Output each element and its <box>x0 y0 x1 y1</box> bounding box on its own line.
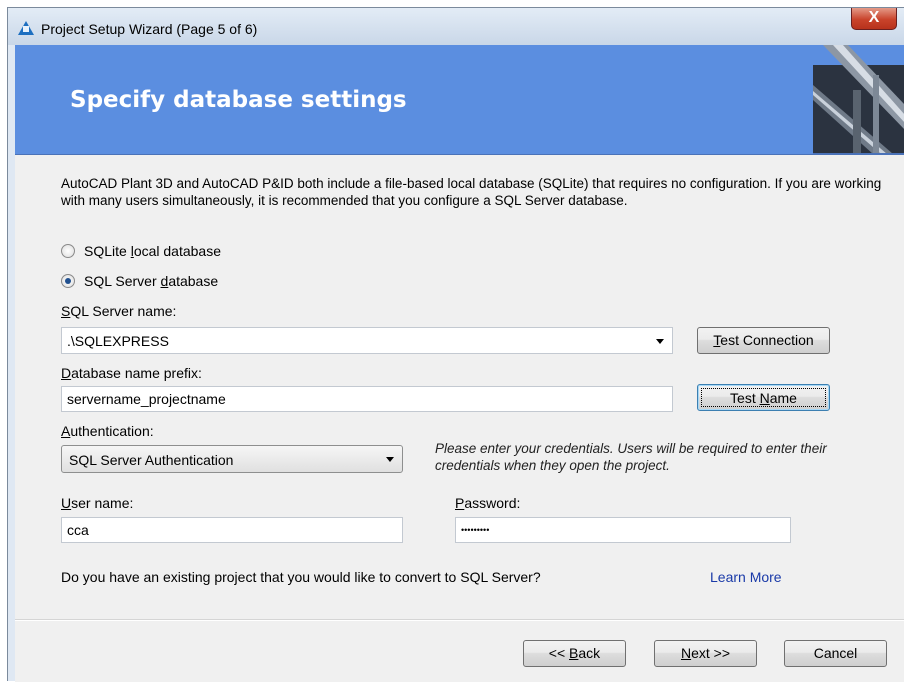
authentication-selected-value: SQL Server Authentication <box>69 452 234 468</box>
chevron-down-icon[interactable] <box>386 457 394 462</box>
sql-server-radio-button[interactable] <box>61 274 75 288</box>
sqlite-local-database-option[interactable]: SQLite local database <box>61 243 221 259</box>
next-button[interactable]: Next >> <box>654 640 757 667</box>
footer-divider <box>15 619 904 621</box>
sql-server-name-combobox[interactable]: .\SQLEXPRESS <box>61 327 673 354</box>
wizard-window: Project Setup Wizard (Page 5 of 6) X Spe… <box>7 7 904 682</box>
test-name-button[interactable]: Test Name <box>697 384 830 411</box>
close-button[interactable]: X <box>851 8 897 30</box>
sql-server-name-value: .\SQLEXPRESS <box>67 333 169 349</box>
window-title: Project Setup Wizard (Page 5 of 6) <box>41 21 258 37</box>
sql-server-database-option[interactable]: SQL Server database <box>61 273 218 289</box>
password-input[interactable]: ••••••••• <box>455 517 791 543</box>
authentication-dropdown[interactable]: SQL Server Authentication <box>61 445 403 473</box>
focus-rectangle: Test Name <box>701 388 826 407</box>
back-button[interactable]: << Back <box>523 640 626 667</box>
sqlite-radio-label: SQLite local database <box>84 243 222 259</box>
database-name-prefix-label: Database name prefix: <box>61 365 202 381</box>
plant-pipes-banner-image <box>813 45 904 154</box>
authentication-label: Authentication: <box>61 423 154 439</box>
test-connection-button[interactable]: Test Connection <box>697 327 830 354</box>
wizard-content: AutoCAD Plant 3D and AutoCAD P&ID both i… <box>15 155 904 682</box>
description-text: AutoCAD Plant 3D and AutoCAD P&ID both i… <box>61 176 882 208</box>
sql-server-name-label: SQL Server name: <box>61 303 177 319</box>
sql-server-radio-label: SQL Server database <box>84 273 219 289</box>
database-name-prefix-input[interactable] <box>61 386 673 412</box>
password-label: Password: <box>455 495 521 511</box>
sqlite-radio-button[interactable] <box>61 244 75 258</box>
header-banner: Specify database settings <box>15 45 904 155</box>
wizard-client-area: Specify database settings AutoCAD Plant … <box>15 45 904 682</box>
credentials-note: Please enter your credentials. Users wil… <box>435 441 827 473</box>
user-name-label: User name: <box>61 495 134 511</box>
autocad-app-icon <box>18 21 34 35</box>
convert-question-text: Do you have an existing project that you… <box>61 569 541 585</box>
learn-more-link[interactable]: Learn More <box>710 569 782 585</box>
user-name-input[interactable] <box>61 517 403 543</box>
cancel-button[interactable]: Cancel <box>784 640 887 667</box>
chevron-down-icon[interactable] <box>656 339 664 344</box>
page-title: Specify database settings <box>70 87 407 113</box>
title-bar[interactable]: Project Setup Wizard (Page 5 of 6) X <box>8 8 904 45</box>
